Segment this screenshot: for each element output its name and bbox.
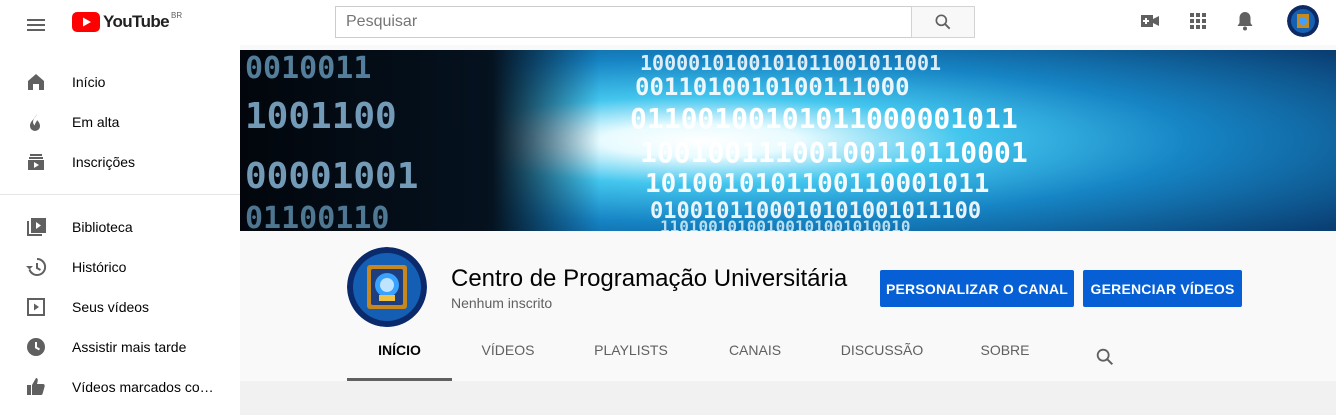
- svg-text:1010010101100110001011: 1010010101100110001011: [645, 169, 989, 199]
- svg-text:0010011: 0010011: [245, 51, 371, 86]
- search-bar: [335, 6, 975, 38]
- watch-later-icon: [27, 338, 45, 356]
- library-icon: [27, 218, 46, 236]
- tab-about[interactable]: SOBRE: [970, 342, 1040, 382]
- customize-channel-button[interactable]: PERSONALIZAR O CANAL: [880, 270, 1074, 307]
- svg-text:10010011100100110110001: 10010011100100110110001: [640, 136, 1028, 169]
- channel-search-icon[interactable]: [1094, 346, 1116, 368]
- search-icon: [935, 14, 951, 30]
- youtube-logo[interactable]: YouTube BR: [72, 11, 182, 33]
- sidebar-item-watch-later[interactable]: Assistir mais tarde: [0, 327, 240, 367]
- sidebar-item-history[interactable]: Histórico: [0, 247, 240, 287]
- your-videos-icon: [27, 298, 45, 316]
- logo-text: YouTube: [103, 12, 170, 31]
- sidebar-item-library[interactable]: Biblioteca: [0, 207, 240, 247]
- top-bar: YouTube BR: [0, 0, 1336, 45]
- home-icon: [28, 74, 44, 90]
- binary-tunnel-banner-image: 0010011 1001100 00001001 01100110 100001…: [240, 50, 1336, 231]
- apps-icon[interactable]: [1186, 9, 1210, 35]
- sidebar-item-home[interactable]: Início: [0, 62, 240, 102]
- sidebar-item-label: Início: [72, 74, 106, 90]
- search-input[interactable]: [335, 6, 911, 38]
- subscriber-count: Nenhum inscrito: [451, 295, 553, 311]
- svg-text:1000010100101011001011001: 1000010100101011001011001: [640, 51, 941, 75]
- sidebar-item-label: Vídeos marcados co…: [72, 379, 214, 395]
- youtube-play-icon: [72, 12, 100, 32]
- sidebar-item-liked-videos[interactable]: Vídeos marcados co…: [0, 367, 240, 407]
- notifications-bell-icon[interactable]: [1233, 9, 1257, 35]
- sidebar-item-label: Inscrições: [72, 154, 136, 170]
- logo-region: BR: [171, 10, 183, 20]
- sidebar-item-label: Assistir mais tarde: [72, 339, 187, 355]
- sidebar-item-label: Em alta: [72, 114, 120, 130]
- sidebar-item-label: Histórico: [72, 259, 127, 275]
- svg-text:11010010100100101001010010: 11010010100100101001010010: [660, 217, 910, 231]
- tab-channels[interactable]: CANAIS: [717, 342, 793, 382]
- menu-icon[interactable]: [24, 13, 48, 37]
- svg-text:00001001: 00001001: [245, 156, 418, 197]
- svg-text:01100100101011000001011: 01100100101011000001011: [630, 102, 1018, 135]
- sidebar-item-trending[interactable]: Em alta: [0, 102, 240, 142]
- channel-banner: 0010011 1001100 00001001 01100110 100001…: [240, 50, 1336, 231]
- sidebar-divider: [0, 194, 240, 195]
- subscriptions-icon: [28, 154, 44, 170]
- trending-icon: [30, 113, 40, 131]
- sidebar-item-label: Biblioteca: [72, 219, 133, 235]
- tab-discussion[interactable]: DISCUSSÃO: [834, 342, 930, 382]
- sidebar-item-your-videos[interactable]: Seus vídeos: [0, 287, 240, 327]
- tab-videos[interactable]: VÍDEOS: [470, 342, 546, 382]
- channel-avatar[interactable]: [347, 247, 427, 327]
- history-icon: [26, 257, 47, 276]
- sidebar-item-label: Seus vídeos: [72, 299, 150, 315]
- channel-header: Centro de Programação Universitária Nenh…: [240, 231, 1336, 381]
- sidebar-item-subscriptions[interactable]: Inscrições: [0, 142, 240, 182]
- svg-text:0011010010100111000: 0011010010100111000: [635, 73, 910, 101]
- svg-text:1001100: 1001100: [245, 96, 397, 137]
- manage-videos-button[interactable]: GERENCIAR VÍDEOS: [1083, 270, 1242, 307]
- sidebar: Início Em alta Inscrições Biblioteca His…: [0, 45, 240, 415]
- create-video-icon[interactable]: [1138, 9, 1162, 35]
- channel-content-area: [240, 381, 1336, 415]
- account-avatar[interactable]: [1287, 5, 1319, 37]
- tab-home[interactable]: INÍCIO: [347, 342, 452, 382]
- liked-videos-icon: [27, 378, 45, 395]
- svg-text:01100110: 01100110: [245, 201, 390, 231]
- search-button[interactable]: [911, 6, 975, 38]
- channel-name: Centro de Programação Universitária: [451, 265, 848, 292]
- tab-playlists[interactable]: PLAYLISTS: [584, 342, 678, 382]
